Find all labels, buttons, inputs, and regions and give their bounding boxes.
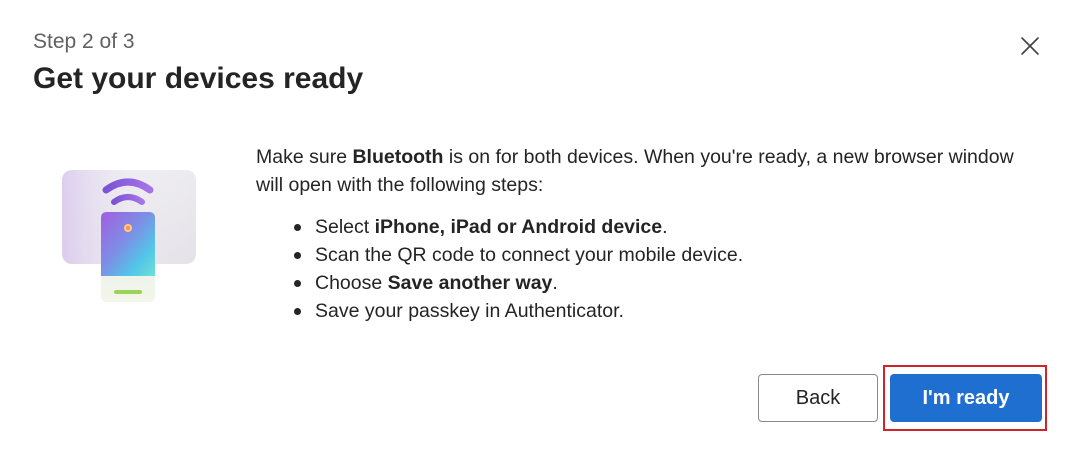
im-ready-button[interactable]: I'm ready (890, 374, 1042, 422)
intro-text: Make sure Bluetooth is on for both devic… (256, 146, 1014, 196)
close-button[interactable] (1014, 30, 1046, 62)
steps-list: Select iPhone, iPad or Android device. S… (256, 213, 1026, 325)
close-icon (1021, 37, 1039, 55)
bluetooth-emphasis: Bluetooth (352, 146, 444, 168)
list-item: Scan the QR code to connect your mobile … (294, 241, 1026, 269)
back-button[interactable]: Back (758, 374, 878, 422)
list-item: Choose Save another way. (294, 269, 1026, 297)
dialog-title: Get your devices ready (33, 62, 364, 95)
passkey-setup-dialog: Step 2 of 3 Get your devices ready Make … (0, 0, 1072, 453)
phone-wireless-icon (62, 170, 196, 302)
instructions: Make sure Bluetooth is on for both devic… (256, 143, 1026, 325)
list-item: Select iPhone, iPad or Android device. (294, 213, 1026, 241)
list-item: Save your passkey in Authenticator. (294, 297, 1026, 325)
step-indicator: Step 2 of 3 (33, 30, 135, 53)
